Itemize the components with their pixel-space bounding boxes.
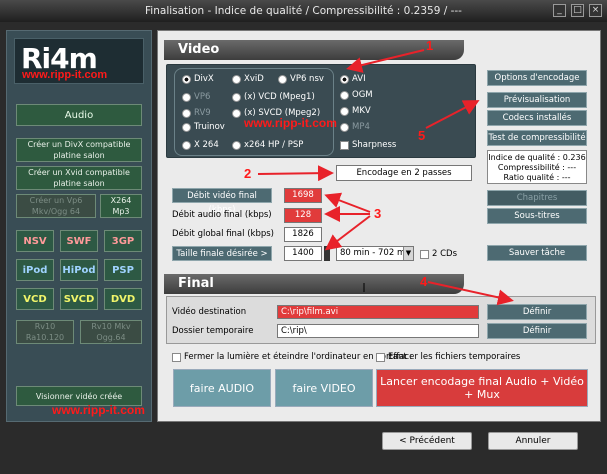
define-temp-button[interactable]: Définir	[487, 323, 587, 339]
chapters-button[interactable]: Chapitres	[487, 190, 587, 206]
x264-radio[interactable]	[182, 140, 191, 150]
maximize-button[interactable]: □	[571, 4, 584, 17]
svcd-button[interactable]: SVCD	[60, 288, 98, 310]
annotation-1: 1	[426, 38, 434, 53]
global-bitrate-label: Débit global final (kbps)	[172, 229, 274, 239]
create-vp6-button[interactable]: Créer un Vp6 Mkv/Ogg 64	[16, 194, 96, 218]
container-avi[interactable]: AVI	[340, 74, 366, 84]
create-divx-button[interactable]: Créer un DivX compatible platine salon	[16, 138, 142, 162]
sharpness-toggle[interactable]: Sharpness	[340, 140, 396, 150]
video-bitrate-value[interactable]: 1698	[284, 188, 322, 203]
annotation-4: 4	[420, 274, 428, 289]
subtitles-button[interactable]: Sous-titres	[487, 208, 587, 224]
codec-x264[interactable]: X 264	[182, 140, 219, 150]
annotation-5: 5	[418, 128, 426, 143]
annotation-2: 2	[244, 166, 252, 181]
cancel-button[interactable]: Annuler	[488, 432, 578, 450]
ipod-button[interactable]: iPod	[16, 259, 54, 281]
swf-button[interactable]: SWF	[60, 230, 98, 252]
vcd-radio[interactable]	[232, 92, 241, 102]
codec-divx[interactable]: DivX	[182, 74, 214, 84]
create-xvid-button[interactable]: Créer un Xvid compatible platine salon	[16, 166, 142, 190]
compressibility-test-button[interactable]: Test de compressibilité	[487, 130, 587, 146]
delete-temp-toggle[interactable]: Effacer les fichiers temporaires	[376, 352, 520, 362]
audio-bitrate-label: Débit audio final (kbps)	[172, 210, 272, 220]
xvid-radio[interactable]	[232, 74, 241, 84]
vp6-radio[interactable]	[182, 92, 191, 102]
minimize-button[interactable]: _	[553, 4, 566, 17]
encode-mode-select[interactable]: Encodage en 2 passes	[336, 165, 472, 181]
installed-codecs-button[interactable]: Codecs installés	[487, 110, 587, 126]
window-title: Finalisation - Indice de qualité / Compr…	[0, 0, 607, 22]
video-bitrate-button[interactable]: Débit vidéo final (kbps)	[172, 188, 272, 215]
global-bitrate-value: 1826	[284, 227, 322, 242]
video-section-header: Video	[164, 40, 464, 60]
svcd-radio[interactable]	[232, 108, 241, 118]
watermark-mid: www.ripp-it.com	[244, 116, 337, 130]
nsv-button[interactable]: NSV	[16, 230, 54, 252]
make-video-button[interactable]: faire VIDEO	[275, 369, 373, 407]
codec-rv9[interactable]: RV9	[182, 108, 211, 118]
rv10-button[interactable]: Rv10 Ra10.120	[16, 320, 74, 344]
watermark-bottom: www.ripp-it.com	[52, 403, 145, 417]
dvd-button[interactable]: DVD	[104, 288, 142, 310]
preview-button[interactable]: Prévisualisation	[487, 92, 587, 108]
vp6nsv-radio[interactable]	[278, 74, 287, 84]
rv9-radio[interactable]	[182, 108, 191, 118]
temp-label: Dossier temporaire	[172, 326, 254, 336]
dest-label: Vidéo destination	[172, 307, 247, 317]
define-dest-button[interactable]: Définir	[487, 304, 587, 320]
hipod-button[interactable]: HiPod	[60, 259, 98, 281]
sharpness-checkbox[interactable]	[340, 140, 349, 150]
quality-box: Indice de qualité : 0.236 Compressibilit…	[487, 150, 587, 184]
two-cds-toggle[interactable]: 2 CDs	[420, 249, 457, 259]
quality-index: Indice de qualité : 0.236	[488, 153, 586, 162]
vcd-button[interactable]: VCD	[16, 288, 54, 310]
codec-truinov[interactable]: Truinov	[182, 122, 225, 132]
3gp-button[interactable]: 3GP	[104, 230, 142, 252]
quality-ratio: Ratio qualité : ---	[503, 173, 571, 182]
container-ogm[interactable]: OGM	[340, 90, 373, 100]
codec-x264hp[interactable]: x264 HP / PSP	[232, 140, 303, 150]
mp4-radio[interactable]	[340, 122, 349, 132]
annotation-3: 3	[374, 206, 382, 221]
rv10-mkv-button[interactable]: Rv10 Mkv Ogg.64	[80, 320, 142, 344]
shutdown-checkbox[interactable]	[172, 352, 181, 362]
mkv-radio[interactable]	[340, 106, 349, 116]
codec-vp6nsv[interactable]: VP6 nsv	[278, 74, 324, 84]
make-audio-button[interactable]: faire AUDIO	[173, 369, 271, 407]
divx-radio[interactable]	[182, 74, 191, 84]
size-stepper[interactable]	[324, 246, 330, 261]
avi-radio[interactable]	[340, 74, 349, 84]
watermark-top: www.ripp-it.com	[22, 69, 108, 81]
dest-field[interactable]: C:\rip\film.avi	[277, 305, 479, 319]
codec-xvid[interactable]: XviD	[232, 74, 264, 84]
two-cds-checkbox[interactable]	[420, 249, 429, 259]
target-size-button[interactable]: Taille finale désirée >	[172, 246, 272, 261]
chevron-down-icon[interactable]: ▼	[403, 247, 413, 260]
container-mkv[interactable]: MKV	[340, 106, 371, 116]
x264hp-radio[interactable]	[232, 140, 241, 150]
codec-vcd[interactable]: (x) VCD (Mpeg1)	[232, 92, 315, 102]
save-task-button[interactable]: Sauver tâche	[487, 245, 587, 261]
delete-temp-checkbox[interactable]	[376, 352, 385, 362]
audio-bitrate-value[interactable]: 128	[284, 208, 322, 223]
final-section-header: Final	[164, 274, 464, 294]
temp-field[interactable]: C:\rip\	[277, 324, 479, 338]
ogm-radio[interactable]	[340, 90, 349, 100]
target-size-value[interactable]: 1400	[284, 246, 322, 261]
left-panel	[6, 30, 152, 422]
x264-mp3-button[interactable]: X264 Mp3	[100, 194, 142, 218]
encoding-options-button[interactable]: Options d'encodage	[487, 70, 587, 86]
audio-button[interactable]: Audio	[16, 104, 142, 126]
compressibility-value: Compressibilité : ---	[497, 163, 577, 172]
psp-button[interactable]: PSP	[104, 259, 142, 281]
previous-button[interactable]: < Précédent	[382, 432, 472, 450]
launch-encoding-button[interactable]: Lancer encodage final Audio + Vidéo + Mu…	[376, 369, 588, 407]
truinov-radio[interactable]	[182, 122, 191, 132]
codec-vp6[interactable]: VP6	[182, 92, 210, 102]
close-button[interactable]: ×	[589, 4, 602, 17]
container-mp4[interactable]: MP4	[340, 122, 370, 132]
